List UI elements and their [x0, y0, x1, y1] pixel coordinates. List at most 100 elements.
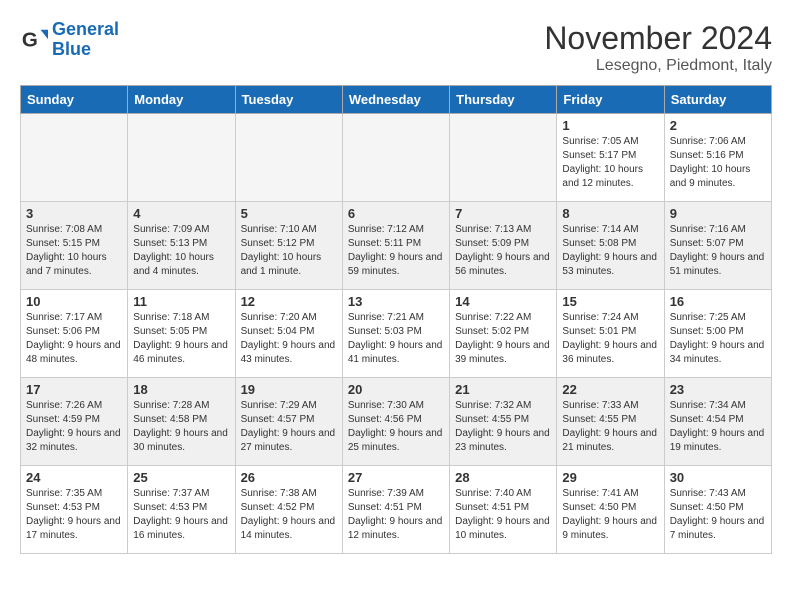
day-number: 10	[26, 294, 122, 309]
calendar-cell	[450, 114, 557, 202]
calendar-cell: 19 Sunrise: 7:29 AM Sunset: 4:57 PM Dayli…	[235, 378, 342, 466]
logo: G General Blue	[20, 20, 119, 60]
day-number: 21	[455, 382, 551, 397]
day-info: Sunrise: 7:38 AM Sunset: 4:52 PM Dayligh…	[241, 487, 337, 543]
calendar-cell: 26 Sunrise: 7:38 AM Sunset: 4:52 PM Dayli…	[235, 466, 342, 554]
day-number: 15	[562, 294, 658, 309]
day-number: 24	[26, 470, 122, 485]
calendar-cell: 3Sunrise: 7:08 AM Sunset: 5:15 PM Daylig…	[21, 202, 128, 290]
day-number: 30	[670, 470, 766, 485]
day-info: Sunrise: 7:17 AM Sunset: 5:06 PM Dayligh…	[26, 311, 122, 367]
calendar-cell: 17 Sunrise: 7:26 AM Sunset: 4:59 PM Dayli…	[21, 378, 128, 466]
day-number: 14	[455, 294, 551, 309]
calendar-table: SundayMondayTuesdayWednesdayThursdayFrid…	[20, 85, 772, 554]
calendar-header-sunday: Sunday	[21, 86, 128, 114]
calendar-cell: 21 Sunrise: 7:32 AM Sunset: 4:55 PM Dayli…	[450, 378, 557, 466]
day-number: 5	[241, 206, 337, 221]
day-info: Sunrise: 7:39 AM Sunset: 4:51 PM Dayligh…	[348, 487, 444, 543]
day-number: 6	[348, 206, 444, 221]
day-info: Sunrise: 7:30 AM Sunset: 4:56 PM Dayligh…	[348, 399, 444, 455]
calendar-cell: 12Sunrise: 7:20 AM Sunset: 5:04 PM Dayli…	[235, 290, 342, 378]
calendar-cell	[342, 114, 449, 202]
calendar-cell: 8 Sunrise: 7:14 AM Sunset: 5:08 PM Daylig…	[557, 202, 664, 290]
calendar-cell: 22 Sunrise: 7:33 AM Sunset: 4:55 PM Dayli…	[557, 378, 664, 466]
day-number: 3	[26, 206, 122, 221]
calendar-cell: 18 Sunrise: 7:28 AM Sunset: 4:58 PM Dayli…	[128, 378, 235, 466]
svg-text:G: G	[22, 28, 38, 51]
day-info: Sunrise: 7:33 AM Sunset: 4:55 PM Dayligh…	[562, 399, 658, 455]
calendar-header-saturday: Saturday	[664, 86, 771, 114]
day-number: 25	[133, 470, 229, 485]
day-info: Sunrise: 7:16 AM Sunset: 5:07 PM Dayligh…	[670, 223, 766, 279]
calendar-cell: 27 Sunrise: 7:39 AM Sunset: 4:51 PM Dayli…	[342, 466, 449, 554]
logo-text: General Blue	[52, 20, 119, 60]
day-info: Sunrise: 7:34 AM Sunset: 4:54 PM Dayligh…	[670, 399, 766, 455]
calendar-cell: 9 Sunrise: 7:16 AM Sunset: 5:07 PM Daylig…	[664, 202, 771, 290]
calendar-cell: 20 Sunrise: 7:30 AM Sunset: 4:56 PM Dayli…	[342, 378, 449, 466]
day-number: 23	[670, 382, 766, 397]
calendar-cell: 11Sunrise: 7:18 AM Sunset: 5:05 PM Dayli…	[128, 290, 235, 378]
day-info: Sunrise: 7:41 AM Sunset: 4:50 PM Dayligh…	[562, 487, 658, 543]
calendar-cell: 7 Sunrise: 7:13 AM Sunset: 5:09 PM Daylig…	[450, 202, 557, 290]
day-info: Sunrise: 7:35 AM Sunset: 4:53 PM Dayligh…	[26, 487, 122, 543]
calendar-cell: 28 Sunrise: 7:40 AM Sunset: 4:51 PM Dayli…	[450, 466, 557, 554]
day-info: Sunrise: 7:29 AM Sunset: 4:57 PM Dayligh…	[241, 399, 337, 455]
day-number: 17	[26, 382, 122, 397]
day-info: Sunrise: 7:14 AM Sunset: 5:08 PM Dayligh…	[562, 223, 658, 279]
day-info: Sunrise: 7:20 AM Sunset: 5:04 PM Dayligh…	[241, 311, 337, 367]
calendar-header-thursday: Thursday	[450, 86, 557, 114]
day-info: Sunrise: 7:40 AM Sunset: 4:51 PM Dayligh…	[455, 487, 551, 543]
day-number: 28	[455, 470, 551, 485]
calendar-cell: 24 Sunrise: 7:35 AM Sunset: 4:53 PM Dayli…	[21, 466, 128, 554]
calendar-week-row: 17 Sunrise: 7:26 AM Sunset: 4:59 PM Dayli…	[21, 378, 772, 466]
calendar-cell: 25 Sunrise: 7:37 AM Sunset: 4:53 PM Dayli…	[128, 466, 235, 554]
day-info: Sunrise: 7:22 AM Sunset: 5:02 PM Dayligh…	[455, 311, 551, 367]
day-info: Sunrise: 7:25 AM Sunset: 5:00 PM Dayligh…	[670, 311, 766, 367]
calendar-cell: 15 Sunrise: 7:24 AM Sunset: 5:01 PM Dayli…	[557, 290, 664, 378]
calendar-cell	[128, 114, 235, 202]
calendar-week-row: 1Sunrise: 7:05 AM Sunset: 5:17 PM Daylig…	[21, 114, 772, 202]
day-number: 7	[455, 206, 551, 221]
day-info: Sunrise: 7:09 AM Sunset: 5:13 PM Dayligh…	[133, 223, 229, 279]
calendar-cell: 13 Sunrise: 7:21 AM Sunset: 5:03 PM Dayli…	[342, 290, 449, 378]
day-info: Sunrise: 7:24 AM Sunset: 5:01 PM Dayligh…	[562, 311, 658, 367]
calendar-cell: 16Sunrise: 7:25 AM Sunset: 5:00 PM Dayli…	[664, 290, 771, 378]
calendar-cell: 14 Sunrise: 7:22 AM Sunset: 5:02 PM Dayli…	[450, 290, 557, 378]
calendar-cell: 29 Sunrise: 7:41 AM Sunset: 4:50 PM Dayli…	[557, 466, 664, 554]
day-number: 26	[241, 470, 337, 485]
day-info: Sunrise: 7:28 AM Sunset: 4:58 PM Dayligh…	[133, 399, 229, 455]
day-number: 2	[670, 118, 766, 133]
day-info: Sunrise: 7:21 AM Sunset: 5:03 PM Dayligh…	[348, 311, 444, 367]
calendar-cell	[21, 114, 128, 202]
calendar-cell: 4 Sunrise: 7:09 AM Sunset: 5:13 PM Daylig…	[128, 202, 235, 290]
calendar-cell: 23 Sunrise: 7:34 AM Sunset: 4:54 PM Dayli…	[664, 378, 771, 466]
day-number: 8	[562, 206, 658, 221]
day-number: 29	[562, 470, 658, 485]
day-info: Sunrise: 7:05 AM Sunset: 5:17 PM Dayligh…	[562, 135, 658, 191]
day-number: 27	[348, 470, 444, 485]
day-number: 9	[670, 206, 766, 221]
day-info: Sunrise: 7:12 AM Sunset: 5:11 PM Dayligh…	[348, 223, 444, 279]
day-info: Sunrise: 7:26 AM Sunset: 4:59 PM Dayligh…	[26, 399, 122, 455]
calendar-week-row: 10 Sunrise: 7:17 AM Sunset: 5:06 PM Dayli…	[21, 290, 772, 378]
day-number: 13	[348, 294, 444, 309]
day-number: 22	[562, 382, 658, 397]
calendar-cell: 5Sunrise: 7:10 AM Sunset: 5:12 PM Daylig…	[235, 202, 342, 290]
calendar-cell: 1Sunrise: 7:05 AM Sunset: 5:17 PM Daylig…	[557, 114, 664, 202]
day-info: Sunrise: 7:32 AM Sunset: 4:55 PM Dayligh…	[455, 399, 551, 455]
day-number: 18	[133, 382, 229, 397]
day-number: 20	[348, 382, 444, 397]
calendar-header-tuesday: Tuesday	[235, 86, 342, 114]
month-title: November 2024	[544, 20, 772, 57]
day-number: 19	[241, 382, 337, 397]
calendar-header-monday: Monday	[128, 86, 235, 114]
calendar-week-row: 3Sunrise: 7:08 AM Sunset: 5:15 PM Daylig…	[21, 202, 772, 290]
calendar-cell: 10 Sunrise: 7:17 AM Sunset: 5:06 PM Dayli…	[21, 290, 128, 378]
calendar-header-friday: Friday	[557, 86, 664, 114]
day-number: 4	[133, 206, 229, 221]
location-subtitle: Lesegno, Piedmont, Italy	[544, 57, 772, 75]
day-info: Sunrise: 7:13 AM Sunset: 5:09 PM Dayligh…	[455, 223, 551, 279]
day-info: Sunrise: 7:37 AM Sunset: 4:53 PM Dayligh…	[133, 487, 229, 543]
calendar-cell: 2Sunrise: 7:06 AM Sunset: 5:16 PM Daylig…	[664, 114, 771, 202]
calendar-header-row: SundayMondayTuesdayWednesdayThursdayFrid…	[21, 86, 772, 114]
